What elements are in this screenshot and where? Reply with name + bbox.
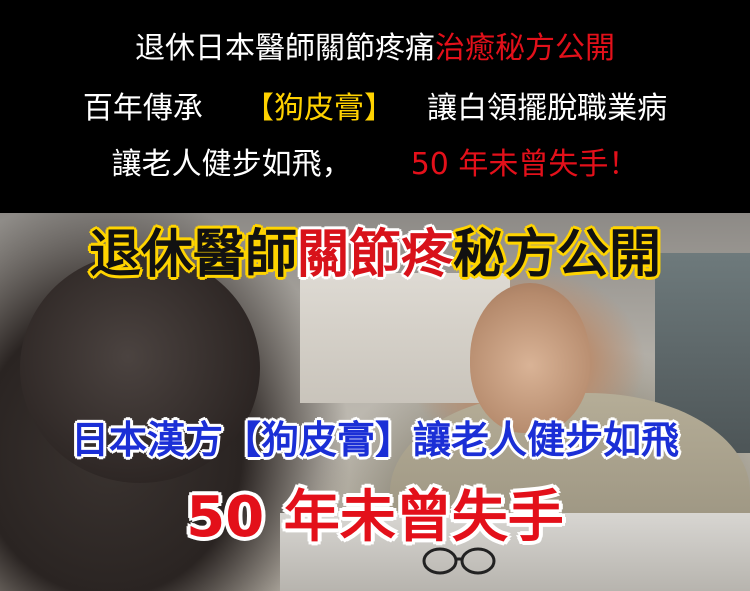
headline-line-2: 百年傳承 【狗皮膏】 讓白領擺脫職業病 xyxy=(0,90,750,128)
photo-title-black-2: 秘方公開 xyxy=(453,225,662,285)
doctor-head xyxy=(470,283,590,433)
headline-line-3-red: 50 年未曾失手！ xyxy=(410,147,639,182)
photo-title-red: 關節疼 xyxy=(296,225,453,285)
headline-line-3-a: 讓老人健步如飛， xyxy=(111,147,352,182)
headline-line-2-a: 百年傳承 xyxy=(82,91,203,126)
photo-slogan: 50 年未曾失手 xyxy=(186,485,564,550)
doctor-photo: 退休醫師關節疼秘方公開 日本漢方【狗皮膏】讓老人健步如飛 50 年未曾失手 xyxy=(0,213,750,591)
photo-title-black-1: 退休醫師 xyxy=(88,225,297,285)
headline-banner: 退休日本醫師關節疼痛治癒秘方公開 百年傳承 【狗皮膏】 讓白領擺脫職業病 讓老人… xyxy=(0,0,750,213)
headline-line-1-white: 退休日本醫師關節疼痛 xyxy=(135,31,435,66)
headline-line-2-product: 【狗皮膏】 xyxy=(244,91,394,126)
headline-line-1: 退休日本醫師關節疼痛治癒秘方公開 xyxy=(0,30,750,68)
headline-line-2-c: 讓白領擺脫職業病 xyxy=(427,91,668,126)
photo-subtitle: 日本漢方【狗皮膏】讓老人健步如飛 xyxy=(70,418,679,462)
headline-line-3: 讓老人健步如飛， 50 年未曾失手！ xyxy=(0,146,750,184)
headline-line-1-red: 治癒秘方公開 xyxy=(435,31,615,66)
photo-title: 退休醫師關節疼秘方公開 xyxy=(0,221,750,289)
